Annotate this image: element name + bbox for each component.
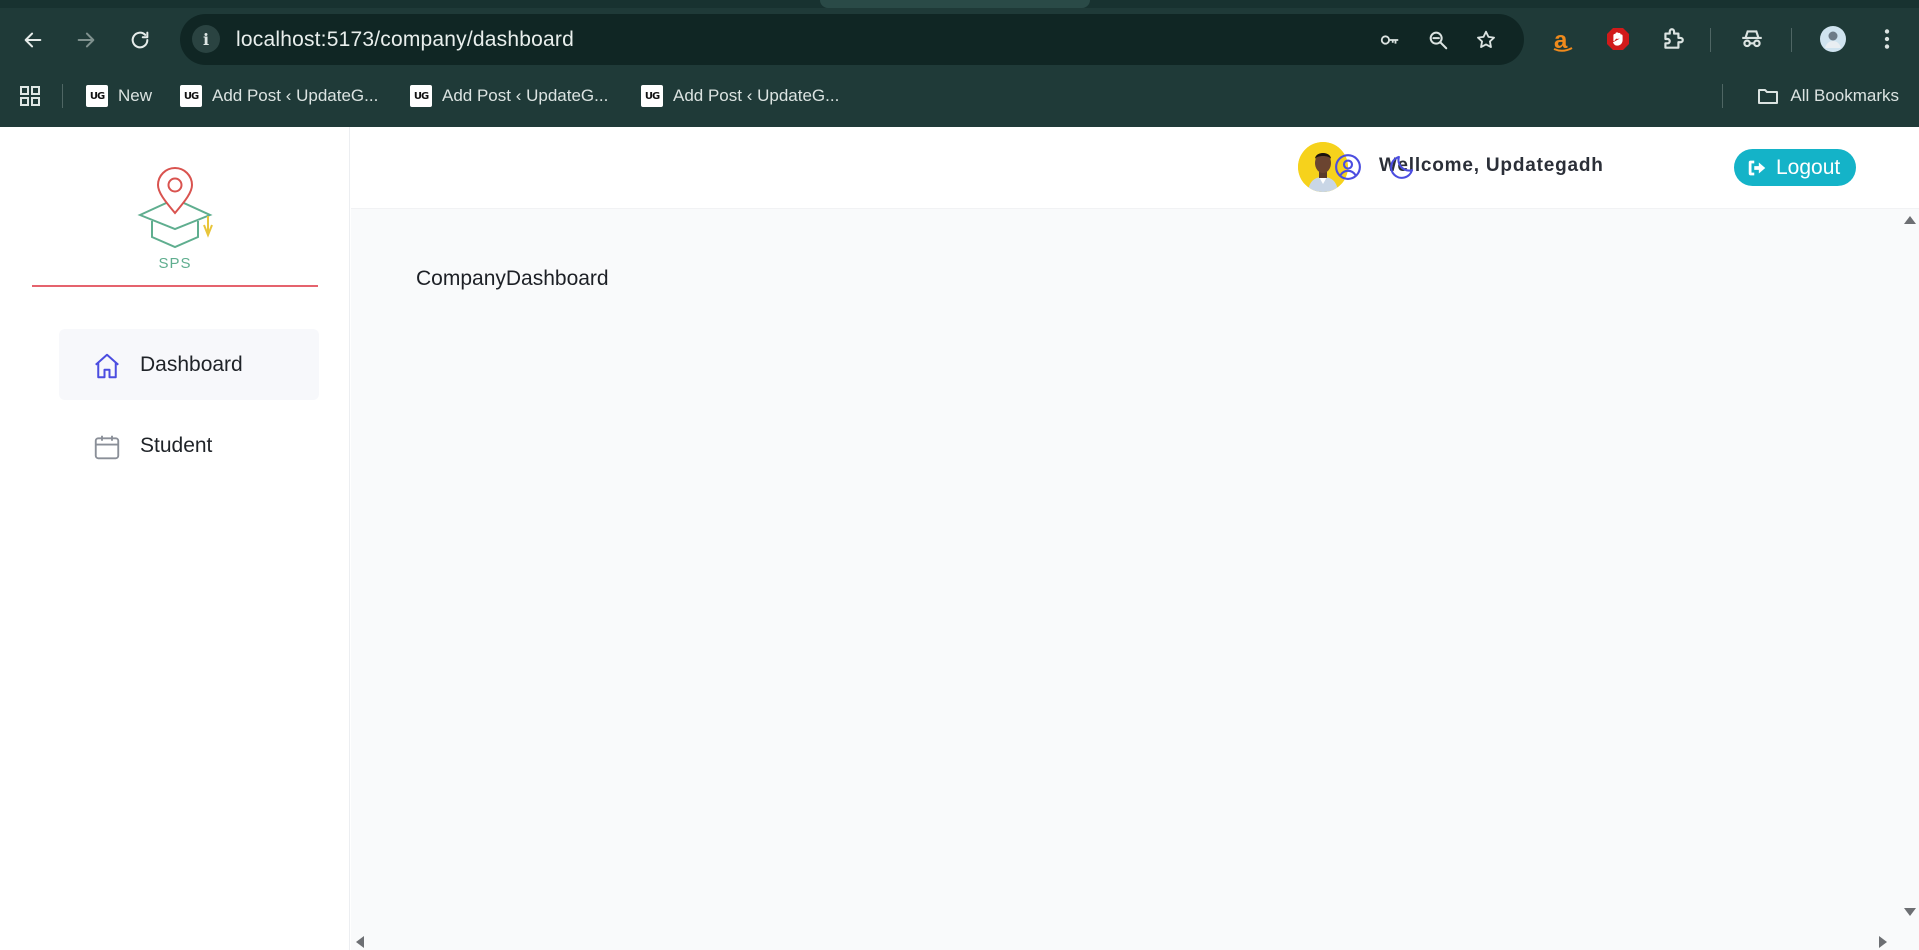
address-bar[interactable]: i localhost:5173/company/dashboard bbox=[180, 14, 1524, 65]
star-icon[interactable] bbox=[1472, 26, 1500, 54]
arrow-right-icon bbox=[77, 32, 95, 48]
sidebar-item-dashboard[interactable]: Dashboard bbox=[59, 329, 319, 400]
calendar-icon bbox=[94, 435, 120, 460]
scroll-right-icon[interactable] bbox=[1879, 936, 1887, 948]
sign-out-icon bbox=[1748, 160, 1766, 175]
bookmark-item[interactable]: UG Add Post ‹ UpdateG... bbox=[180, 82, 378, 110]
site-info-icon[interactable]: i bbox=[192, 25, 220, 53]
zoom-icon[interactable] bbox=[1424, 26, 1452, 54]
bookmark-label: Add Post ‹ UpdateG... bbox=[212, 86, 379, 105]
tab-strip bbox=[0, 0, 1919, 8]
bookmark-item[interactable]: UG Add Post ‹ UpdateG... bbox=[641, 82, 839, 110]
logo[interactable]: SPS bbox=[32, 167, 318, 287]
logo-graduation-pin-icon bbox=[137, 167, 213, 249]
logo-text: SPS bbox=[158, 255, 192, 272]
apps-grid-icon[interactable] bbox=[18, 84, 42, 108]
scroll-left-icon[interactable] bbox=[356, 936, 364, 948]
sidebar: SPS Dashboard Student bbox=[0, 127, 350, 950]
separator bbox=[1722, 84, 1723, 108]
adblock-extension-icon[interactable] bbox=[1601, 22, 1635, 56]
arrow-left-icon bbox=[24, 32, 42, 48]
user-circle-icon[interactable] bbox=[1333, 152, 1363, 182]
ug-favicon-icon: UG bbox=[180, 85, 202, 107]
top-header: Wellcome, Updategadh Logout bbox=[351, 127, 1919, 209]
moon-icon[interactable] bbox=[1387, 152, 1417, 182]
puzzle-extensions-icon[interactable] bbox=[1656, 22, 1690, 56]
url-text[interactable]: localhost:5173/company/dashboard bbox=[236, 28, 574, 52]
reload-button[interactable] bbox=[122, 22, 158, 58]
separator bbox=[1791, 28, 1792, 52]
ug-favicon-icon: UG bbox=[641, 85, 663, 107]
separator bbox=[62, 84, 63, 108]
bookmark-label: Add Post ‹ UpdateG... bbox=[673, 86, 840, 105]
bookmark-label: Add Post ‹ UpdateG... bbox=[442, 86, 609, 105]
profile-avatar-icon[interactable] bbox=[1816, 22, 1850, 56]
main-content: CompanyDashboard bbox=[351, 209, 1899, 950]
all-bookmarks-label: All Bookmarks bbox=[1790, 86, 1899, 105]
ug-favicon-icon: UG bbox=[410, 85, 432, 107]
bookmarks-bar: UG New UG Add Post ‹ UpdateG... UG Add P… bbox=[0, 78, 1919, 114]
bookmark-item[interactable]: UG Add Post ‹ UpdateG... bbox=[410, 82, 608, 110]
incognito-icon[interactable] bbox=[1735, 22, 1769, 56]
folder-icon bbox=[1758, 89, 1779, 104]
sidebar-item-label: Student bbox=[140, 434, 213, 457]
svg-text:a: a bbox=[1554, 27, 1568, 52]
separator bbox=[1710, 28, 1711, 52]
logout-label: Logout bbox=[1776, 155, 1841, 179]
forward-button[interactable] bbox=[68, 22, 104, 58]
tab[interactable] bbox=[820, 0, 1090, 8]
horizontal-scrollbar[interactable] bbox=[351, 933, 1899, 950]
home-icon bbox=[95, 353, 119, 379]
back-button[interactable] bbox=[15, 22, 51, 58]
amazon-extension-icon[interactable]: a bbox=[1546, 22, 1580, 56]
scroll-down-icon[interactable] bbox=[1904, 908, 1916, 916]
all-bookmarks-button[interactable]: All Bookmarks bbox=[1756, 82, 1899, 110]
menu-kebab-icon[interactable] bbox=[1870, 22, 1904, 56]
vertical-scrollbar[interactable] bbox=[1899, 209, 1919, 950]
bookmark-label: New bbox=[118, 86, 153, 105]
bookmark-item[interactable]: UG New bbox=[86, 82, 152, 110]
browser-chrome: i localhost:5173/company/dashboard a UG bbox=[0, 0, 1919, 127]
app-root: SPS Dashboard Student Wellcome, Updatega… bbox=[0, 127, 1919, 950]
key-icon[interactable] bbox=[1376, 26, 1404, 54]
page-title: CompanyDashboard bbox=[416, 267, 609, 290]
scroll-up-icon[interactable] bbox=[1904, 216, 1916, 224]
logout-button[interactable]: Logout bbox=[1734, 149, 1856, 186]
sidebar-item-label: Dashboard bbox=[140, 353, 243, 376]
sidebar-item-student[interactable]: Student bbox=[59, 410, 319, 481]
ug-favicon-icon: UG bbox=[86, 85, 108, 107]
reload-icon bbox=[131, 31, 149, 49]
